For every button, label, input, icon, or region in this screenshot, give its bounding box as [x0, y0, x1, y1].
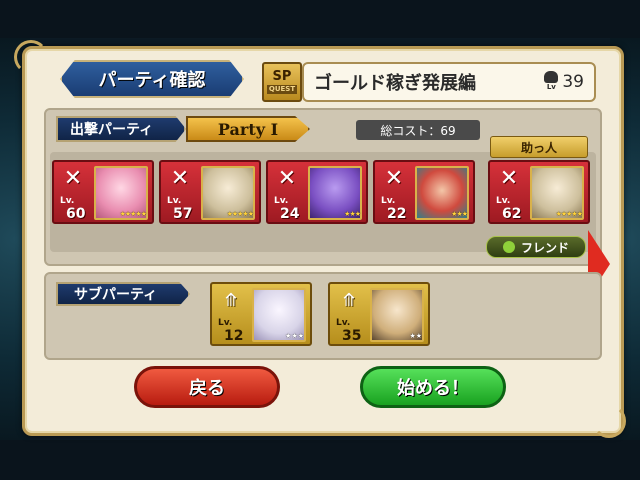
level-value: 60 [66, 206, 86, 222]
quest-info: ゴールド稼ぎ発展編 Lv 39 [302, 62, 596, 102]
level-label: Lv. [167, 196, 182, 206]
crossed-swords-icon: ✕ [63, 166, 83, 191]
party-member-card[interactable]: ✕ Lv. 22 ★★★ [373, 160, 475, 224]
rarity-stars: ★★★★★ [555, 210, 583, 218]
friend-button[interactable]: フレンド [486, 236, 586, 258]
crossed-swords-icon: ✕ [384, 166, 404, 191]
top-bar [0, 0, 640, 38]
back-button[interactable]: 戻る [134, 366, 280, 408]
rarity-stars: ★★★ [344, 210, 361, 218]
party-selector[interactable]: Party Ⅰ [186, 116, 310, 142]
level-value: 24 [280, 206, 300, 222]
party-member-card[interactable]: ✕ Lv. 24 ★★★ [266, 160, 368, 224]
level-value: 57 [173, 206, 193, 222]
rarity-stars: ★★★★★ [119, 210, 147, 218]
level-value: 62 [502, 206, 522, 222]
quest-level-label: Lv [546, 83, 556, 91]
sub-party-member-card[interactable]: ⤊ Lv. 35 ★★ [328, 282, 430, 346]
sub-party-label: サブパーティ [56, 282, 190, 306]
bow-icon: ⤊ [223, 290, 239, 311]
devil-icon: Lv [543, 71, 559, 93]
sub-party-member-card[interactable]: ⤊ Lv. 12 ★★★ [210, 282, 312, 346]
level-value: 12 [224, 328, 244, 344]
level-label: Lv. [274, 196, 289, 206]
quest-level-value: 39 [562, 72, 584, 92]
level-value: 22 [387, 206, 407, 222]
quest-name: ゴールド稼ぎ発展編 [314, 73, 476, 94]
rarity-stars: ★★★★★ [226, 210, 254, 218]
party-member-card[interactable]: ✕ Lv. 60 ★★★★★ [52, 160, 154, 224]
level-label: Lv. [496, 196, 511, 206]
party-member-card[interactable]: ✕ Lv. 57 ★★★★★ [159, 160, 261, 224]
bow-icon: ⤊ [341, 290, 357, 311]
friend-icon [502, 241, 515, 253]
crossed-swords-icon: ✕ [499, 166, 519, 191]
start-button[interactable]: 始める！ [360, 366, 506, 408]
helper-member-card[interactable]: ✕ Lv. 62 ★★★★★ [488, 160, 590, 224]
crossed-swords-icon: ✕ [170, 166, 190, 191]
total-cost: 総コスト：69 [356, 120, 480, 140]
ornament-corner-icon [592, 404, 626, 438]
party-label: 出撃パーティ [56, 116, 186, 142]
level-label: Lv. [381, 196, 396, 206]
sp-quest-badge: SP QUEST [262, 62, 302, 102]
rarity-stars: ★★ [409, 332, 422, 340]
level-label: Lv. [336, 318, 351, 328]
ornament-corner-icon [14, 40, 48, 74]
rarity-stars: ★★★ [285, 332, 304, 340]
page-title: パーティ確認 [60, 60, 244, 98]
level-label: Lv. [60, 196, 75, 206]
helper-label: 助っ人 [490, 136, 588, 158]
bottom-bar [0, 440, 640, 480]
crossed-swords-icon: ✕ [277, 166, 297, 191]
level-value: 35 [342, 328, 362, 344]
sp-badge-text: SP [272, 69, 292, 84]
quest-level: Lv 39 [543, 71, 584, 93]
rarity-stars: ★★★ [451, 210, 468, 218]
friend-label: フレンド [520, 240, 569, 255]
level-label: Lv. [218, 318, 233, 328]
sp-badge-subtext: QUEST [266, 85, 298, 94]
